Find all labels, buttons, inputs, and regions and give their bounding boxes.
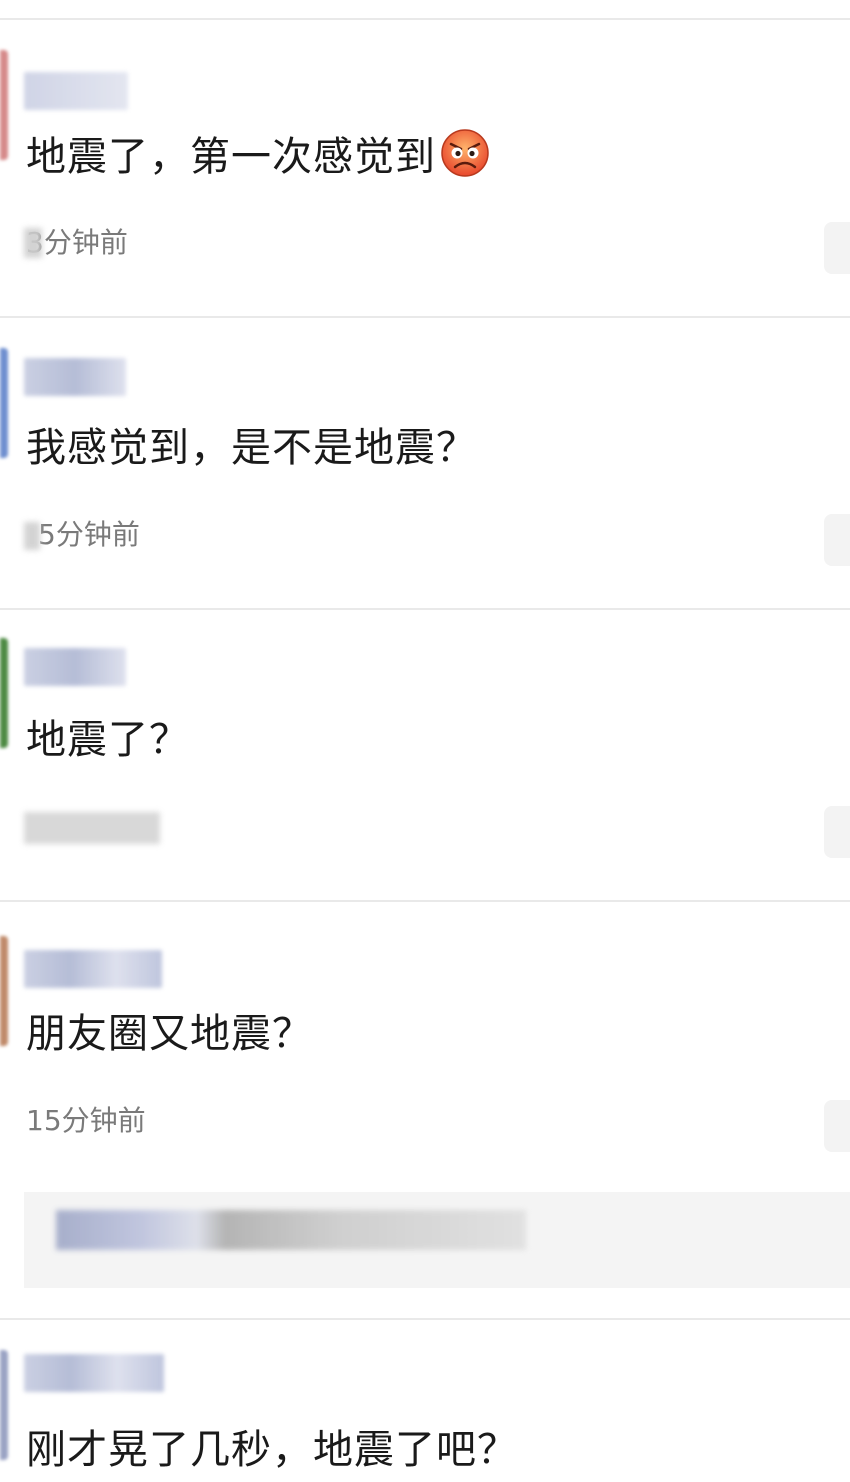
comment-text: 地震了，第一次感觉到: [26, 128, 490, 183]
avatar[interactable]: [0, 638, 8, 748]
username-blurred[interactable]: [24, 1354, 164, 1392]
angry-face-emoji-icon: [441, 129, 489, 177]
avatar[interactable]: [0, 50, 8, 160]
comment-text: 我感觉到，是不是地震？: [26, 425, 477, 471]
timestamp-blur-mask: [24, 228, 42, 258]
comment-item[interactable]: 我感觉到，是不是地震？ 5分钟前: [0, 318, 850, 608]
avatar[interactable]: [0, 1350, 8, 1460]
reply-preview-blurred: [56, 1210, 526, 1250]
username-blurred[interactable]: [24, 950, 162, 988]
comment-item[interactable]: 地震了？: [0, 610, 850, 900]
timestamp-blur-mask: [24, 522, 40, 550]
like-button[interactable]: [824, 806, 850, 858]
reply-preview-box[interactable]: [24, 1192, 850, 1288]
comment-item[interactable]: 刚才晃了几秒，地震了吧？: [0, 1320, 850, 1482]
avatar[interactable]: [0, 936, 8, 1046]
comment-text: 朋友圈又地震？: [26, 1011, 313, 1057]
username-blurred[interactable]: [24, 358, 126, 396]
like-button[interactable]: [824, 514, 850, 566]
timestamp-blur-mask: [24, 812, 160, 844]
comment-timestamp: 15分钟前: [26, 1104, 146, 1137]
username-blurred[interactable]: [24, 648, 126, 686]
avatar[interactable]: [0, 348, 8, 458]
comment-item[interactable]: 地震了，第一次感觉到 3分钟前: [0, 20, 850, 316]
comment-timestamp: 5分钟前: [38, 518, 140, 551]
like-button[interactable]: [824, 222, 850, 274]
comment-text: 刚才晃了几秒，地震了吧？: [26, 1427, 518, 1473]
comment-item[interactable]: 朋友圈又地震？ 15分钟前: [0, 902, 850, 1318]
like-button[interactable]: [824, 1100, 850, 1152]
comment-text-content: 地震了，第一次感觉到: [26, 134, 436, 180]
username-blurred[interactable]: [24, 72, 128, 110]
comment-text: 地震了？: [26, 717, 190, 763]
